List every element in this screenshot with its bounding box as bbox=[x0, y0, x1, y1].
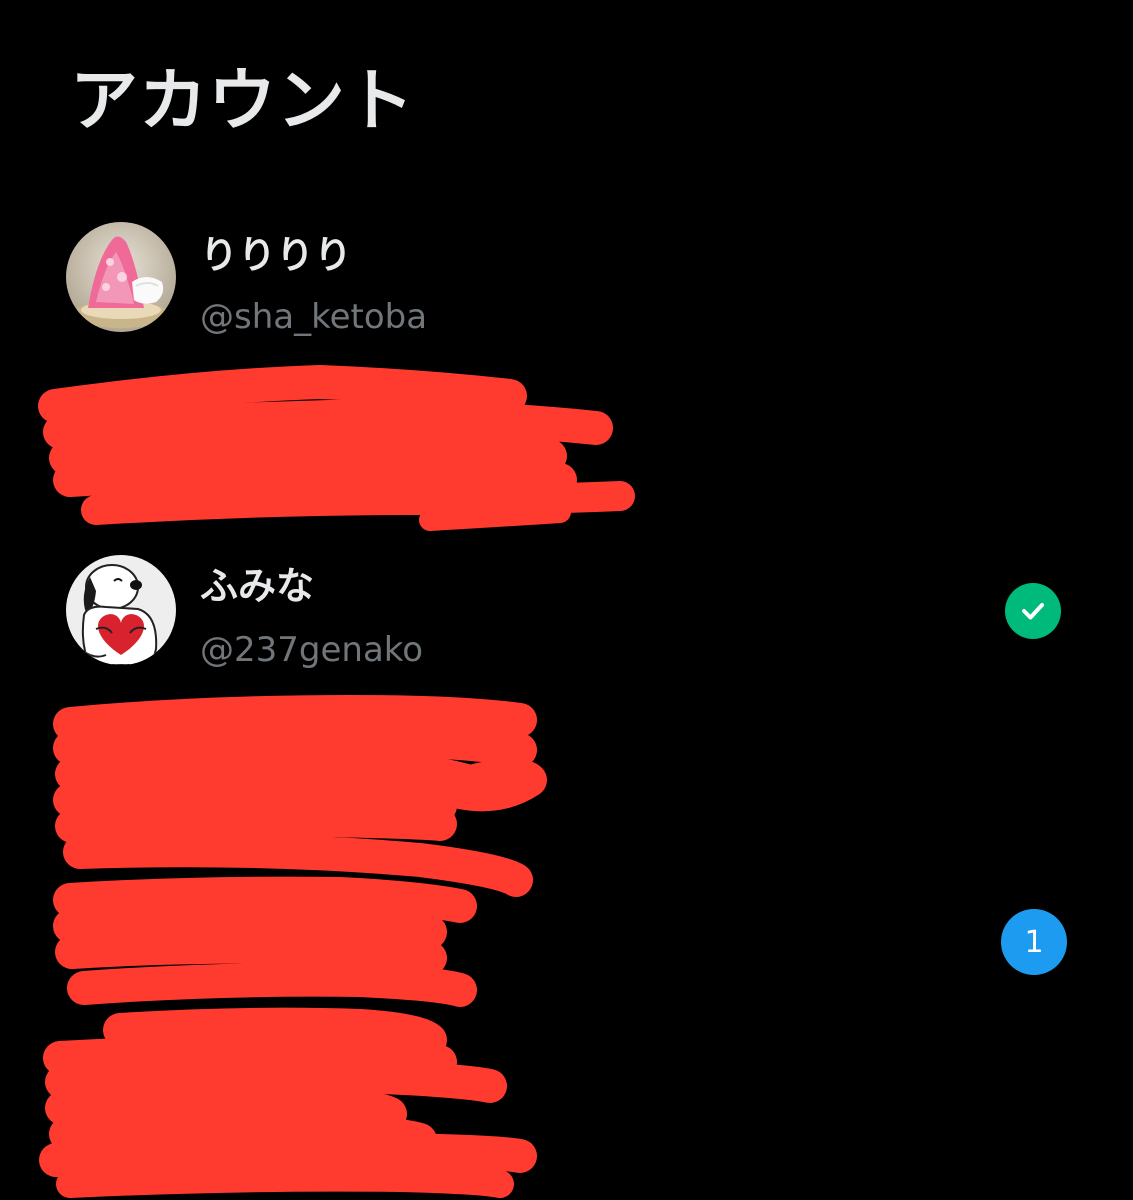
redaction-scribble bbox=[38, 365, 635, 1198]
